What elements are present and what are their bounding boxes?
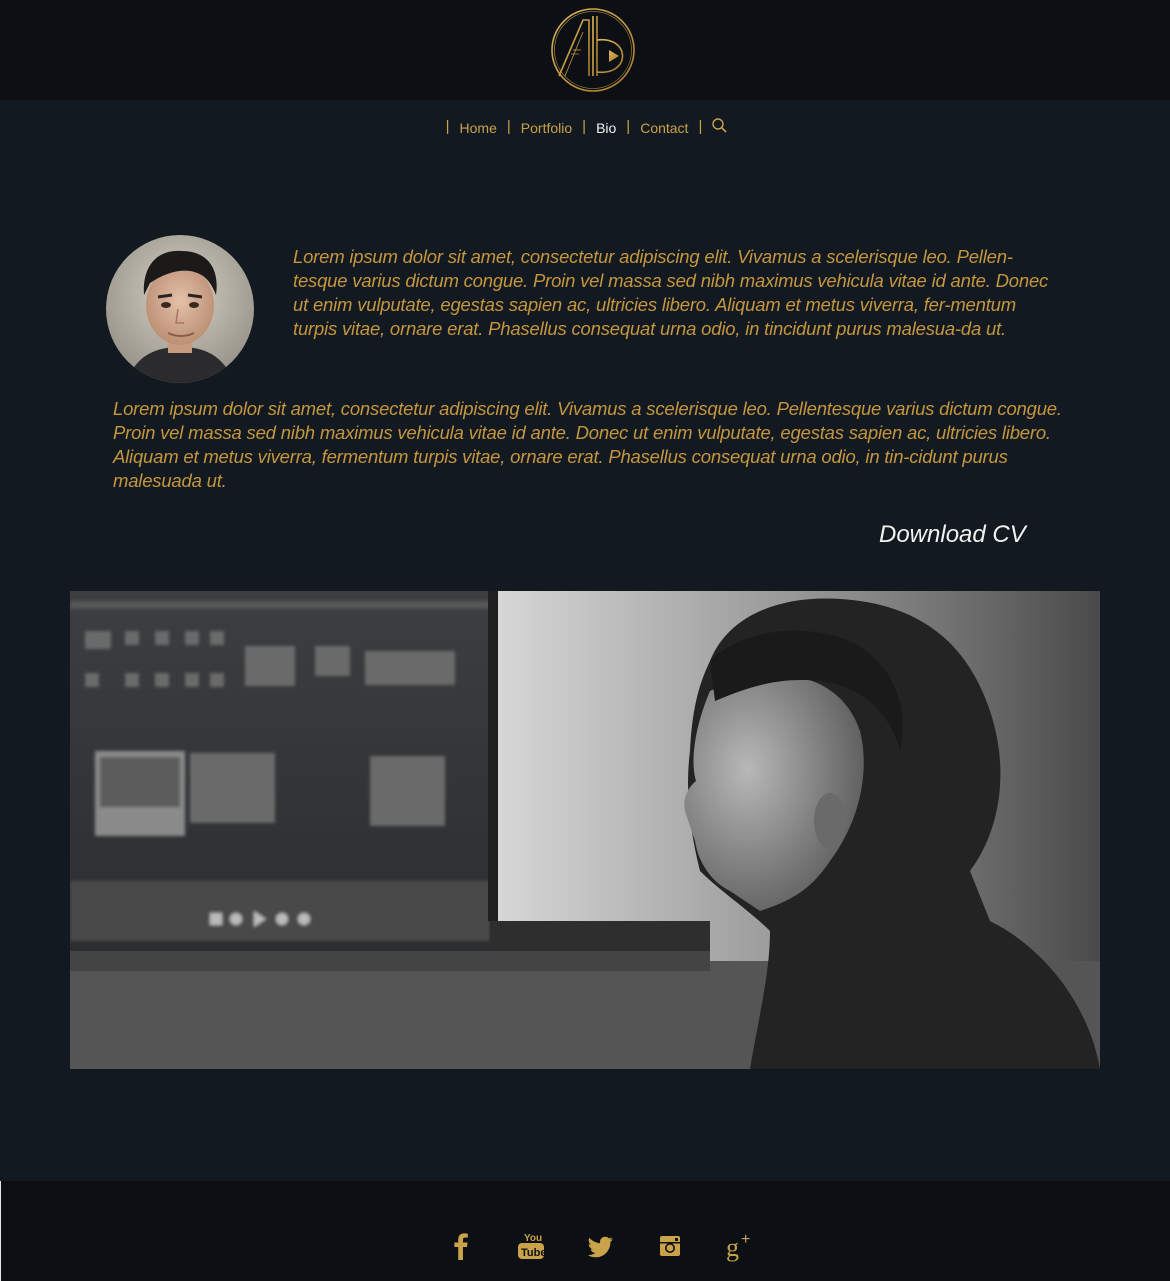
nav-separator: | [626,117,631,135]
facebook-icon[interactable] [445,1230,477,1262]
download-cv-link[interactable]: Download CV [879,521,1026,549]
nav-item-bio[interactable]: Bio [591,120,621,136]
header-bar [0,0,1170,100]
svg-text:+: + [741,1231,750,1248]
svg-text:Tube: Tube [521,1247,546,1259]
nav-separator: | [445,117,450,135]
main-navigation: | Home | Portfolio | Bio | Contact | [0,117,1170,137]
ab-monogram-logo-icon[interactable] [549,6,637,94]
nav-item-portfolio[interactable]: Portfolio [516,120,577,136]
editing-workstation-photo [70,591,1100,1069]
bio-paragraph-intro: Lorem ipsum dolor sit amet, consectetur … [293,246,1049,339]
twitter-icon[interactable] [585,1230,617,1262]
search-icon[interactable] [711,117,729,135]
svg-text:g: g [726,1233,739,1262]
nav-item-home[interactable]: Home [455,120,502,136]
nav-separator: | [506,117,511,135]
nav-item-contact[interactable]: Contact [635,120,693,136]
nav-separator: | [698,117,703,135]
nav-separator: | [582,117,587,135]
instagram-icon[interactable] [654,1230,686,1262]
google-plus-icon[interactable]: g + [724,1230,758,1262]
bio-paragraph-body: Lorem ipsum dolor sit amet, consectetur … [113,398,1062,491]
profile-avatar [106,235,254,383]
youtube-icon[interactable]: You Tube [515,1230,547,1262]
svg-text:You: You [524,1233,542,1244]
